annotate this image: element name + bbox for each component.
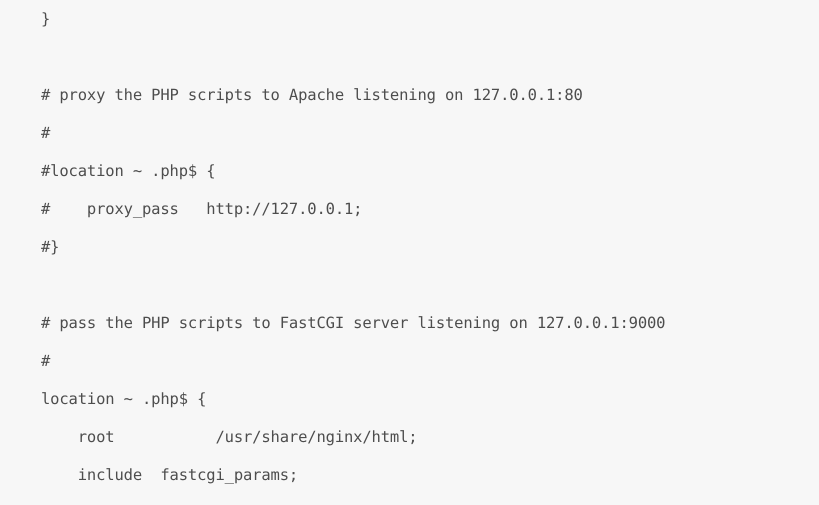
code-line: # proxy_pass http://127.0.0.1; [41, 200, 363, 218]
code-line: # proxy the PHP scripts to Apache listen… [41, 86, 583, 104]
code-line: # [41, 352, 51, 370]
code-line: include fastcgi_params; [41, 466, 299, 484]
code-line: # pass the PHP scripts to FastCGI server… [41, 314, 666, 332]
code-line: #location ~ .php$ { [41, 162, 216, 180]
code-line: # [41, 124, 51, 142]
code-line: #} [41, 238, 60, 256]
code-line: root /usr/share/nginx/html; [41, 428, 418, 446]
code-view[interactable]: } # proxy the PHP scripts to Apache list… [0, 0, 819, 505]
code-line: } [41, 10, 51, 28]
code-line: location ~ .php$ { [41, 390, 207, 408]
